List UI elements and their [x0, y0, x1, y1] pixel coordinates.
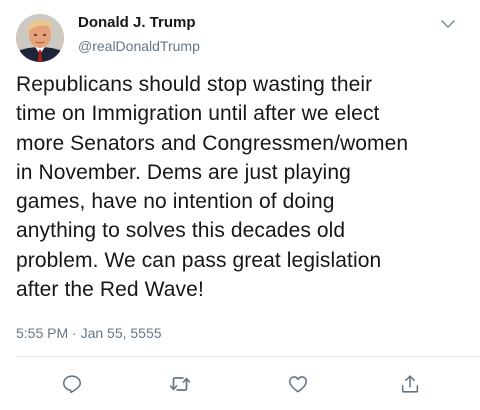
reply-button[interactable]	[60, 372, 84, 396]
timestamp[interactable]: 5:55 PM · Jan 55, 5555	[16, 324, 162, 342]
tweet-card: Donald J. Trump @realDonaldTrump Republi…	[0, 0, 480, 410]
tweet-text-line: problem. We can pass great legislation	[16, 248, 382, 272]
tweet-text-line: anything to solves this decades old	[16, 219, 346, 243]
reply-icon	[62, 375, 82, 394]
tweet-text-line: time on Immigration until after we elect	[16, 102, 380, 126]
tweet-text-line: Republicans should stop wasting their	[16, 73, 373, 96]
divider	[16, 356, 480, 357]
avatar[interactable]	[16, 14, 64, 62]
tweet-text-line: after the Red Wave!	[16, 278, 204, 302]
tweet-text-line: more Senators and Congressmen/women	[16, 131, 409, 155]
display-name[interactable]: Donald J. Trump	[78, 14, 196, 32]
heart-icon	[288, 376, 308, 393]
chevron-down-icon[interactable]	[438, 14, 458, 34]
tweet-text-line: games, have no intention of doing	[16, 190, 335, 214]
share-icon	[401, 375, 419, 393]
tweet-text-line: in November. Dems are just playing	[16, 160, 351, 184]
tweet-text: Republicans should stop wasting their ti…	[16, 70, 471, 304]
retweet-icon	[169, 377, 191, 391]
like-button[interactable]	[286, 372, 310, 396]
share-button[interactable]	[398, 372, 422, 396]
avatar-portrait	[16, 14, 64, 62]
retweet-button[interactable]	[168, 372, 192, 396]
user-handle[interactable]: @realDonaldTrump	[78, 37, 200, 55]
